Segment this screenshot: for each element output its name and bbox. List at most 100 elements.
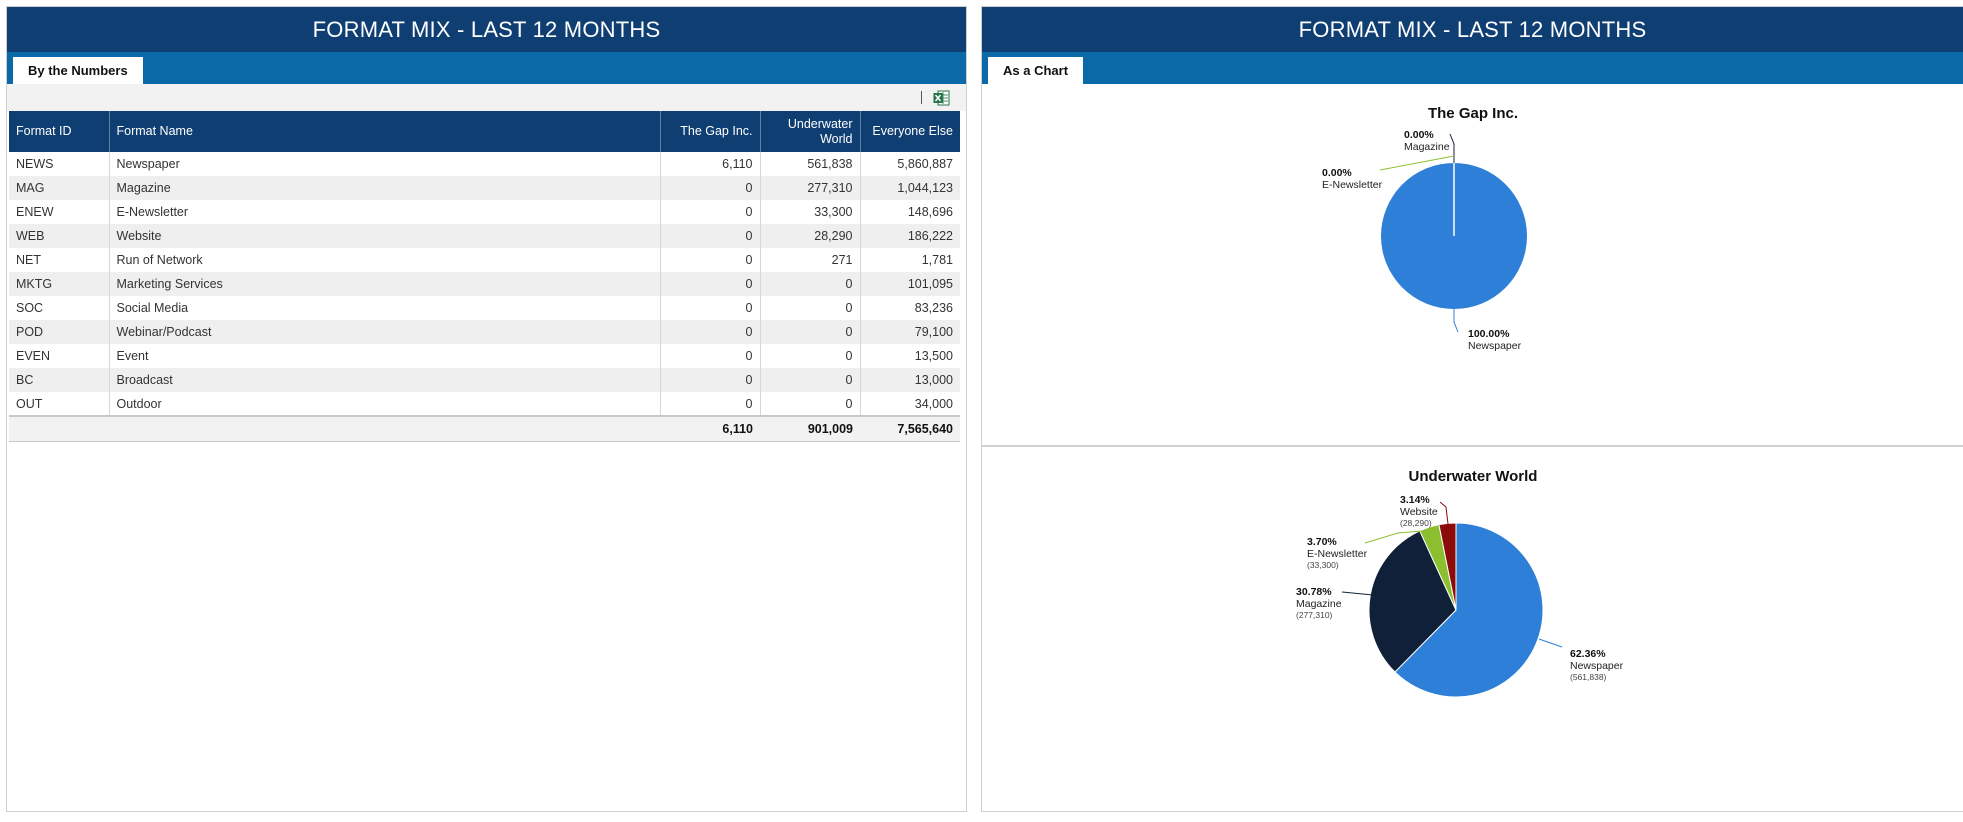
underwater-world-value-cell: 0 [760, 272, 861, 296]
format-name-cell: Website [109, 224, 661, 248]
underwater-world-value-cell: 0 [760, 392, 861, 416]
pie-chart-gap-svg: 100.00%Newspaper0.00%Magazine0.00%E-News… [1322, 129, 1527, 352]
slice-name-label: Website [1400, 506, 1438, 518]
everyone-else-value-cell: 101,095 [860, 272, 960, 296]
col-header-gap[interactable]: The Gap Inc. [660, 111, 761, 152]
gap-value-cell: 0 [660, 344, 761, 368]
gap-value-cell: 0 [660, 296, 761, 320]
everyone-else-value-cell: 186,222 [860, 224, 960, 248]
format-name-cell: Magazine [109, 176, 661, 200]
table-row[interactable]: WEB Website 0 28,290 186,222 [9, 224, 960, 248]
everyone-else-value-cell: 148,696 [907, 205, 953, 219]
col-header-underwater-world[interactable]: Underwater World [760, 111, 861, 152]
format-mix-chart-panel: FORMAT MIX - LAST 12 MONTHS As a Chart T… [981, 6, 1963, 812]
underwater-world-value-cell: 271 [760, 248, 861, 272]
slice-percent-label: 62.36% [1570, 648, 1606, 660]
format-name-cell: Event [109, 344, 661, 368]
slice-percent-label: 3.14% [1400, 494, 1430, 506]
slice-percent-label: 0.00% [1322, 167, 1352, 179]
underwater-world-value-cell: 0 [760, 368, 861, 392]
slice-name-label: E-Newsletter [1322, 179, 1383, 191]
gap-value-cell: 0 [660, 224, 761, 248]
table-row[interactable]: OUT Outdoor 0 0 34,000 [9, 392, 960, 416]
table-row[interactable]: MAG Magazine 0 277,310 1,044,123 [9, 176, 960, 200]
format-id-cell: WEB [9, 224, 110, 248]
format-id-cell: EVEN [9, 344, 110, 368]
pie-slices [1381, 163, 1527, 309]
table-row[interactable]: NET Run of Network 0 271 1,781 [9, 248, 960, 272]
slice-percent-label: 0.00% [1404, 129, 1434, 141]
format-name-cell: Broadcast [109, 368, 661, 392]
slice-name-label: E-Newsletter [1307, 548, 1368, 560]
everyone-else-value-cell: 5,860,887 [897, 157, 953, 171]
everyone-else-value-cell: 13,000 [860, 368, 960, 392]
format-name-cell: Social Media [109, 296, 661, 320]
slice-percent-label: 100.00% [1468, 328, 1510, 340]
underwater-world-value-cell: 0 [760, 344, 861, 368]
toolbar-divider [921, 91, 922, 104]
gap-value-cell: 0 [660, 200, 761, 224]
tab-bar: By the Numbers [7, 52, 966, 84]
pie-chart-underwater-world: Underwater World 62.36% Newspaper (561,838… [982, 447, 1963, 817]
tab-as-a-chart[interactable]: As a Chart [988, 57, 1084, 84]
table-toolbar [7, 84, 966, 111]
everyone-else-value-cell: 1,044,123 [860, 176, 960, 200]
table-row[interactable]: POD Webinar/Podcast 0 0 79,100 [9, 320, 960, 344]
table-row[interactable]: MKTG Marketing Services 0 0 101,095 [9, 272, 960, 296]
total-underwater-world: 901,009 [760, 415, 860, 442]
col-header-everyone-else[interactable]: Everyone Else [860, 111, 960, 152]
table-row[interactable]: EVEN Event 0 0 13,500 [9, 344, 960, 368]
underwater-world-value-cell: 0 [760, 320, 861, 344]
underwater-world-value-cell: 0 [760, 296, 861, 320]
slice-value-label: (33,300) [1307, 560, 1339, 570]
format-mix-table-panel: FORMAT MIX - LAST 12 MONTHS By the Numbe… [6, 6, 967, 812]
pie-chart-underwater-world-svg: 62.36%Newspaper(561,838)30.78%Magazine(2… [1296, 494, 1624, 698]
leader-line-newspaper [1453, 309, 1459, 333]
panel-title: FORMAT MIX - LAST 12 MONTHS [7, 7, 966, 52]
table-row[interactable]: ENEW E-Newsletter 0 33,300 148,696 [9, 200, 960, 224]
slice-name-label: Magazine [1296, 598, 1342, 610]
format-id-cell: NET [9, 248, 110, 272]
slice-name-label: Newspaper [1570, 660, 1624, 672]
gap-value-cell: 0 [660, 248, 761, 272]
gap-value-cell: 0 [660, 176, 761, 200]
slice-value-label: (277,310) [1296, 610, 1333, 620]
underwater-world-value-cell: 561,838 [760, 152, 861, 176]
everyone-else-value-cell: 13,500 [914, 349, 953, 363]
format-id-cell: POD [9, 320, 110, 344]
total-cell [9, 415, 109, 442]
tab-by-the-numbers[interactable]: By the Numbers [13, 57, 143, 84]
table-row[interactable]: BC Broadcast 0 0 13,000 [9, 368, 960, 392]
everyone-else-value-cell: 34,000 [914, 396, 953, 411]
table-header-row: Format ID Format Name The Gap Inc. Under… [9, 111, 960, 152]
gap-value-cell: 0 [660, 368, 761, 392]
total-everyone-else: 7,565,640 [860, 415, 960, 442]
gap-value-cell: 0 [660, 320, 761, 344]
leader-line-magazine [1449, 133, 1455, 163]
tab-bar: As a Chart [982, 52, 1963, 84]
leader-line-website [1439, 501, 1449, 525]
table-row[interactable]: NEWS Newspaper 6,110 561,838 5,860,887 [9, 152, 960, 176]
leader-line-magazine [1341, 591, 1374, 596]
chart-title: Underwater World [1408, 468, 1538, 485]
leader-line-newspaper [1538, 638, 1563, 648]
format-name-cell: Run of Network [109, 248, 661, 272]
format-id-cell: MAG [9, 176, 110, 200]
gap-value-cell: 6,110 [660, 152, 761, 176]
slice-percent-label: 30.78% [1296, 586, 1332, 598]
format-name-cell: E-Newsletter [109, 200, 661, 224]
pie-slices [1368, 522, 1544, 698]
slice-value-label: (28,290) [1400, 518, 1432, 528]
format-id-cell: SOC [9, 296, 110, 320]
col-header-format-name[interactable]: Format Name [109, 111, 661, 152]
format-name-cell: Marketing Services [109, 272, 661, 296]
underwater-world-value-cell: 28,290 [760, 224, 861, 248]
everyone-else-value-cell: 83,236 [914, 301, 953, 315]
chart-title: The Gap Inc. [1427, 105, 1518, 122]
excel-icon[interactable] [933, 90, 950, 106]
underwater-world-value-cell: 33,300 [760, 200, 861, 224]
table-row[interactable]: SOC Social Media 0 0 83,236 [9, 296, 960, 320]
col-header-format-id[interactable]: Format ID [9, 111, 110, 152]
pie-chart-gap: The Gap Inc. 100.00% Newspaper 0.00% Magazi… [982, 84, 1963, 447]
slice-percent-label: 3.70% [1307, 536, 1337, 548]
